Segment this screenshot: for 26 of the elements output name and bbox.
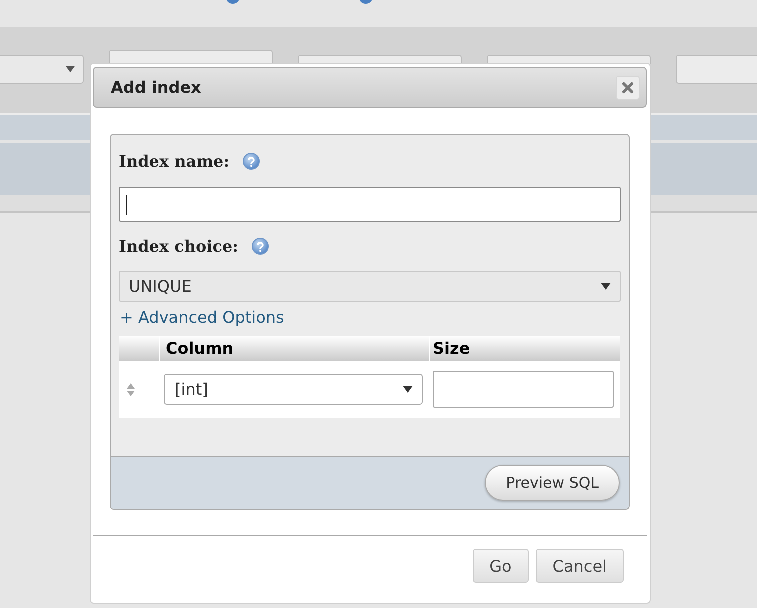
close-button[interactable] bbox=[616, 76, 640, 100]
cancel-button[interactable]: Cancel bbox=[536, 549, 624, 583]
close-icon bbox=[622, 82, 634, 94]
caret-down-icon bbox=[601, 283, 611, 290]
go-button[interactable]: Go bbox=[472, 549, 529, 583]
help-icon[interactable] bbox=[242, 152, 260, 170]
sort-handle-icon[interactable] bbox=[126, 382, 136, 398]
help-icon[interactable] bbox=[252, 238, 269, 254]
size-input[interactable] bbox=[433, 371, 614, 408]
index-choice-select[interactable]: UNIQUE bbox=[119, 271, 621, 302]
input-field[interactable] bbox=[676, 55, 757, 84]
column-header: Size bbox=[430, 336, 620, 361]
input-field[interactable] bbox=[109, 50, 273, 64]
index-choice-label: Index choice: bbox=[119, 236, 239, 256]
select-field[interactable] bbox=[0, 55, 84, 84]
preview-sql-button[interactable]: Preview SQL bbox=[485, 465, 620, 501]
column-header: Column bbox=[160, 336, 429, 361]
input-field[interactable] bbox=[119, 187, 621, 222]
caret-down-icon bbox=[66, 66, 75, 73]
advanced-options-link[interactable]: + Advanced Options bbox=[119, 308, 284, 326]
dialog-title: Add index bbox=[111, 78, 202, 97]
index-name-label: Index name: bbox=[119, 152, 230, 170]
text-cursor-icon bbox=[126, 194, 127, 214]
column-select[interactable]: [int] bbox=[164, 374, 423, 405]
table-header-blank bbox=[119, 336, 159, 361]
caret-down-icon bbox=[403, 386, 413, 393]
